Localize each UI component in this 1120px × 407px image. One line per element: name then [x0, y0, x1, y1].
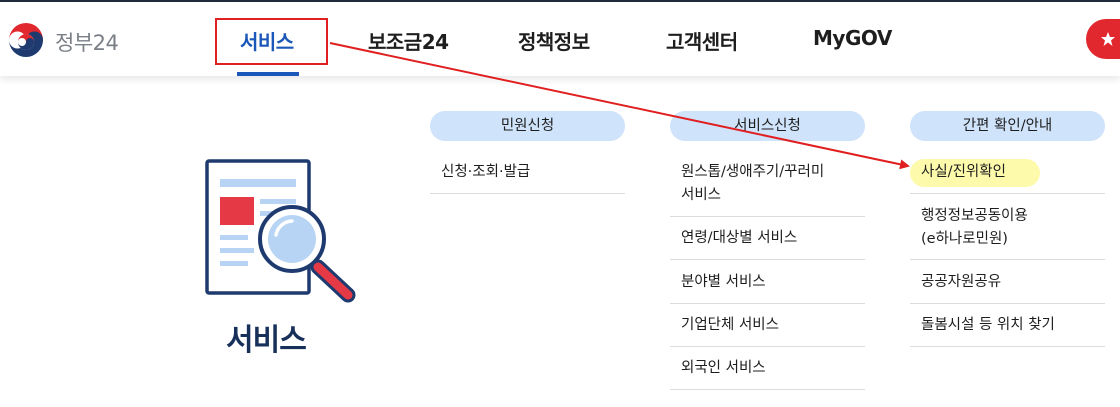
divider [670, 346, 865, 347]
divider [910, 259, 1105, 260]
category-service-application: 서비스신청 [670, 111, 865, 141]
menu-field-service[interactable]: 분야별 서비스 [681, 271, 766, 293]
divider [670, 389, 865, 390]
annotation-highlight-box [215, 18, 328, 65]
menu-onestop-lifecycle-2[interactable]: 서비스 [681, 184, 721, 206]
menu-foreigner-service[interactable]: 외국인 서비스 [681, 357, 766, 379]
logo[interactable]: 정부24 [6, 22, 119, 62]
divider [910, 303, 1105, 304]
menu-admin-info-sharing[interactable]: 행정정보공동이용 [921, 205, 1028, 227]
menu-apply-inquire-issue[interactable]: 신청·조회·발급 [441, 161, 530, 183]
nav-tab-policy-info[interactable]: 정책정보 [518, 26, 590, 55]
menu-business-org-service[interactable]: 기업단체 서비스 [681, 314, 779, 336]
divider [430, 193, 625, 194]
divider [910, 193, 1105, 194]
star-icon [1101, 32, 1115, 46]
divider [670, 216, 865, 217]
nav-tab-mygov[interactable]: MyGOV [813, 26, 892, 50]
quick-menu-button[interactable] [1086, 19, 1120, 59]
divider [910, 346, 1105, 347]
taegeuk-logo-icon [7, 23, 45, 61]
divider [670, 259, 865, 260]
menu-care-facility-locator[interactable]: 돌봄시설 등 위치 찾기 [921, 314, 1055, 336]
menu-onestop-lifecycle[interactable]: 원스톱/생애주기/꾸러미 [681, 161, 824, 183]
category-civil-petition: 민원신청 [430, 111, 625, 141]
menu-admin-info-sharing-2[interactable]: (e하나로민원) [921, 228, 1008, 250]
nav-tab-subsidy24[interactable]: 보조금24 [368, 26, 449, 55]
divider [670, 303, 865, 304]
hero-title: 서비스 [226, 323, 307, 358]
nav-tab-customer-center[interactable]: 고객센터 [666, 26, 738, 55]
menu-public-resource-sharing[interactable]: 공공자원공유 [921, 271, 1001, 293]
document-magnifier-icon [200, 155, 360, 309]
site-header: 정부24 서비스 보조금24 정책정보 고객센터 MyGOV [0, 2, 1120, 76]
active-tab-underline [237, 72, 299, 76]
logo-text: 정부24 [55, 31, 119, 55]
category-quick-check: 간편 확인/안내 [910, 111, 1105, 141]
menu-fact-authenticity-check[interactable]: 사실/진위확인 [921, 161, 1006, 183]
menu-age-target-service[interactable]: 연령/대상별 서비스 [681, 227, 797, 249]
